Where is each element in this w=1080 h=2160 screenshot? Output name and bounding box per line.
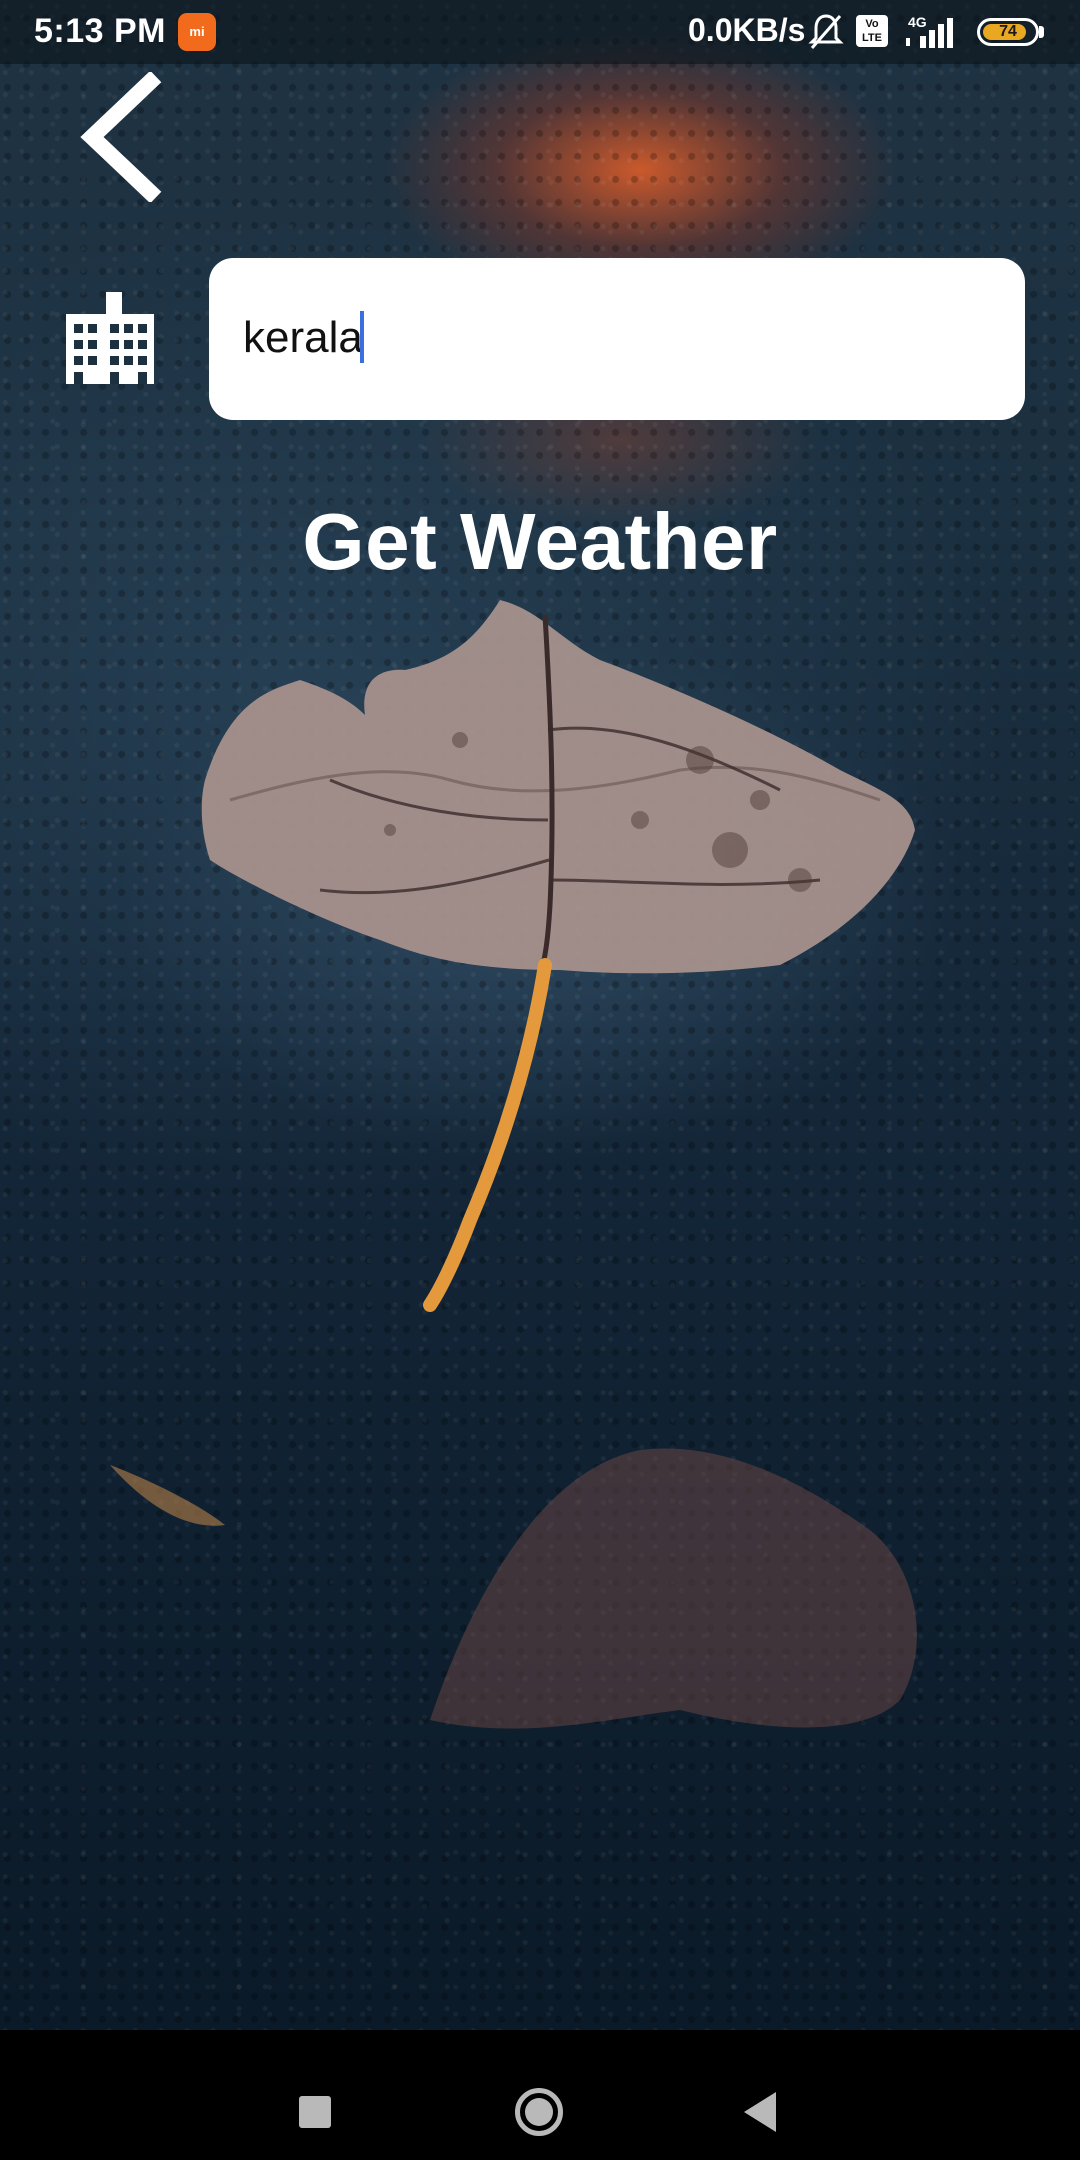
city-search-box: [209, 258, 1025, 420]
chevron-left-icon: [80, 70, 162, 204]
city-search-input[interactable]: [243, 258, 991, 418]
navigation-bar: [0, 2030, 1080, 2160]
weather-screen: 5:13 PM mi 0.0KB/s Vo LTE 4G 74 kerala G…: [0, 0, 1080, 2160]
back-button[interactable]: [72, 70, 172, 204]
volte-label: Vo LTE: [862, 18, 882, 44]
text-cursor: [360, 311, 364, 363]
status-time: 5:13 PM: [34, 12, 166, 50]
battery-icon: 74: [977, 18, 1039, 46]
muted-bell-icon: [808, 14, 844, 49]
battery-level: 74: [999, 23, 1017, 40]
city-buildings-icon: [66, 292, 154, 384]
home-circle-icon[interactable]: [515, 2088, 563, 2136]
battery-tip: [1039, 26, 1044, 38]
status-bar: 5:13 PM mi 0.0KB/s Vo LTE 4G 74: [0, 0, 1080, 64]
network-speed: 0.0KB/s: [688, 12, 806, 48]
get-weather-button[interactable]: Get Weather: [0, 496, 1080, 588]
back-triangle-icon[interactable]: [744, 2092, 776, 2132]
home-dot: [525, 2098, 553, 2126]
volte-icon: Vo LTE: [856, 15, 888, 47]
signal-strength-icon: [906, 18, 953, 48]
mi-app-icon: mi: [178, 13, 216, 51]
recents-square-icon[interactable]: [299, 2096, 331, 2128]
